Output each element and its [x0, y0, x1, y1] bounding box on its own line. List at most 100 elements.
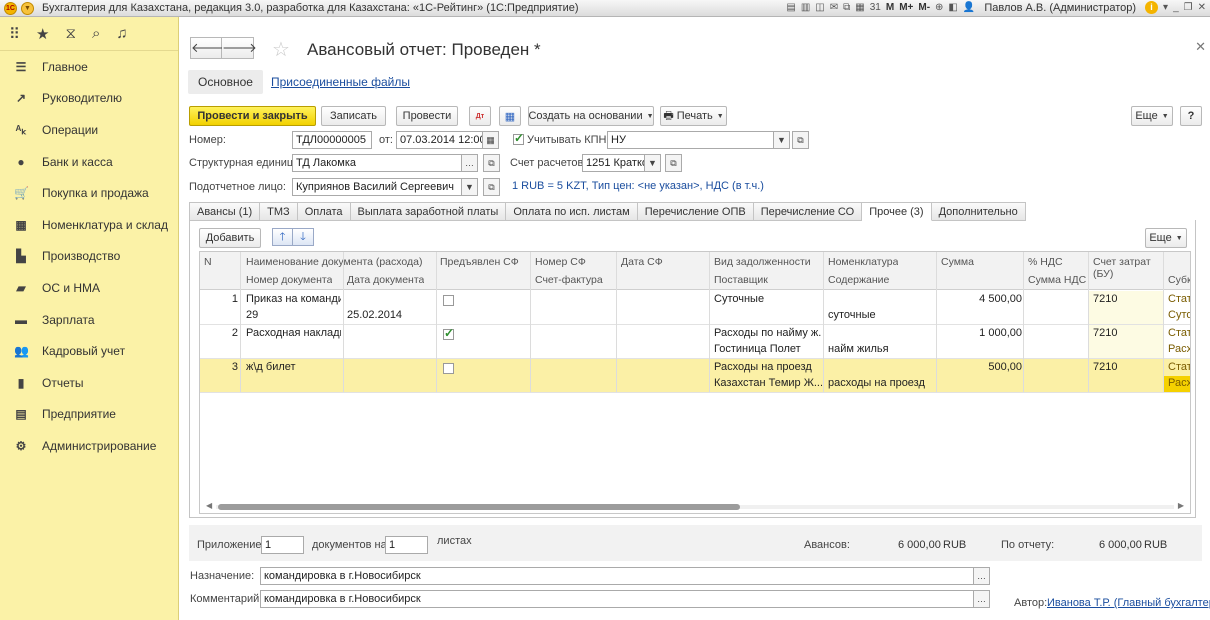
- subconto-2-cell[interactable]: Расхо: [1168, 343, 1190, 355]
- subconto-1-cell[interactable]: Стать: [1168, 327, 1190, 339]
- favorite-star-icon[interactable]: ☆: [272, 37, 290, 62]
- print-button[interactable]: 🖶 Печать ▼: [660, 106, 727, 126]
- kpn-checkbox[interactable]: [513, 131, 524, 145]
- subconto-1-cell[interactable]: Стать: [1168, 293, 1190, 305]
- row-number[interactable]: 2: [204, 327, 238, 339]
- sidebar-item[interactable]: ☰ Главное: [0, 51, 178, 83]
- chevron-down-icon[interactable]: ▾: [1163, 2, 1168, 13]
- calendar-icon[interactable]: 31: [870, 2, 881, 13]
- doc-name-cell[interactable]: Приказ на командировку: [246, 293, 341, 305]
- supplier-cell[interactable]: Казахстан Темир Ж...: [714, 377, 822, 389]
- history-icon[interactable]: ⧖: [65, 25, 76, 42]
- horizontal-scrollbar[interactable]: ◀ ▶: [206, 501, 1184, 511]
- subconto-2-cell[interactable]: Суточ: [1168, 309, 1190, 321]
- cost-account-cell[interactable]: 7210: [1093, 293, 1161, 305]
- save-icon[interactable]: ▤: [786, 2, 795, 13]
- sum-cell[interactable]: 1 000,00: [940, 327, 1022, 339]
- open-icon[interactable]: ⧉: [792, 131, 809, 149]
- close-icon[interactable]: ✕: [1198, 2, 1206, 13]
- search-icon[interactable]: ⌕: [92, 25, 100, 42]
- col-vat-pct[interactable]: % НДС: [1028, 256, 1063, 268]
- col-sf-invoice[interactable]: Счет-фактура: [535, 274, 603, 286]
- col-doc-number[interactable]: Номер документа: [246, 274, 332, 286]
- table-row[interactable]: 2 Расходная накладная Расходы по найму ж..…: [200, 325, 1190, 359]
- sidebar-item[interactable]: ▤ Предприятие: [0, 399, 178, 431]
- sf-presented-checkbox[interactable]: [443, 363, 454, 374]
- cost-account-cell[interactable]: 7210: [1093, 361, 1161, 373]
- col-vat-sum[interactable]: Сумма НДС: [1028, 274, 1086, 286]
- number-field[interactable]: ТДЛ00000005: [292, 131, 372, 149]
- content-cell[interactable]: расходы на проезд: [828, 377, 934, 389]
- tab[interactable]: Выплата заработной платы: [350, 202, 507, 221]
- mail-icon[interactable]: ✉: [830, 2, 838, 13]
- structure-icon[interactable]: ▦: [499, 106, 521, 126]
- scroll-left-icon[interactable]: ◀: [206, 501, 212, 510]
- col-supplier[interactable]: Поставщик: [714, 274, 768, 286]
- panel-icon[interactable]: ◧: [948, 2, 957, 13]
- tab[interactable]: Оплата по исп. листам: [506, 202, 638, 221]
- debt-type-cell[interactable]: Суточные: [714, 293, 822, 305]
- purpose-field[interactable]: командировка в г.Новосибирск: [260, 567, 974, 585]
- doc-name-cell[interactable]: ж\д билет: [246, 361, 341, 373]
- kpn-select[interactable]: НУ: [607, 131, 774, 149]
- preview-icon[interactable]: ◫: [815, 2, 824, 13]
- col-doc-date[interactable]: Дата документа: [347, 274, 424, 286]
- scroll-right-icon[interactable]: ▶: [1178, 501, 1184, 510]
- sidebar-item[interactable]: ● Банк и касса: [0, 146, 178, 178]
- content-cell[interactable]: найм жилья: [828, 343, 934, 355]
- choose-icon[interactable]: …: [973, 567, 990, 585]
- chevron-down-icon[interactable]: ▼: [644, 154, 661, 172]
- subconto-1-cell[interactable]: Стать: [1168, 361, 1190, 373]
- docs-on-field[interactable]: 1: [385, 536, 428, 554]
- memory-plus-button[interactable]: M+: [899, 2, 913, 13]
- sidebar-item[interactable]: 🛒 Покупка и продажа: [0, 177, 178, 209]
- sidebar-item[interactable]: ▰ ОС и НМА: [0, 272, 178, 304]
- post-button[interactable]: Провести: [396, 106, 458, 126]
- tab[interactable]: Перечисление ОПВ: [637, 202, 754, 221]
- create-based-on-button[interactable]: Создать на основании ▼: [528, 106, 654, 126]
- minimize-icon[interactable]: _: [1173, 2, 1179, 13]
- tab-main[interactable]: Основное: [188, 70, 263, 94]
- person-field[interactable]: Куприянов Василий Сергеевич: [292, 178, 462, 196]
- memory-button[interactable]: M: [886, 2, 894, 13]
- sidebar-item[interactable]: ▙ Производство: [0, 241, 178, 273]
- tab[interactable]: ТМЗ: [260, 202, 298, 221]
- currency-link[interactable]: 1 RUB = 5 KZT, Тип цен: <не указан>, НДС…: [512, 180, 764, 192]
- col-debt-type[interactable]: Вид задолженности: [714, 256, 811, 268]
- print-icon[interactable]: ▥: [801, 2, 810, 13]
- account-field[interactable]: 1251 Краткос: [582, 154, 645, 172]
- tab-attached-files[interactable]: Присоединенные файлы: [271, 75, 410, 89]
- table-row[interactable]: 3 ж\д билет Расходы на проезд Казахстан Тем…: [200, 359, 1190, 393]
- sidebar-item[interactable]: ▦ Номенклатура и склад: [0, 209, 178, 241]
- subconto-2-cell[interactable]: Расхо: [1168, 377, 1190, 389]
- col-sum[interactable]: Сумма: [941, 256, 974, 268]
- sum-cell[interactable]: 4 500,00: [940, 293, 1022, 305]
- tab[interactable]: Дополнительно: [931, 202, 1026, 221]
- choose-icon[interactable]: …: [461, 154, 478, 172]
- unit-field[interactable]: ТД Лакомка: [292, 154, 462, 172]
- chevron-down-icon[interactable]: ▼: [773, 131, 790, 149]
- sidebar-item[interactable]: ᴬₖ Операции: [0, 114, 178, 146]
- col-subconto[interactable]: Субко: [1168, 274, 1190, 286]
- col-n[interactable]: N: [204, 256, 212, 268]
- forward-button[interactable]: 🡒: [222, 37, 257, 59]
- chevron-down-icon[interactable]: ▼: [461, 178, 478, 196]
- doc-number-cell[interactable]: 29: [246, 309, 341, 321]
- zoom-icon[interactable]: ⊕: [935, 2, 943, 13]
- back-button[interactable]: 🡐: [190, 37, 226, 59]
- choose-icon[interactable]: …: [973, 590, 990, 608]
- debt-type-cell[interactable]: Расходы на проезд: [714, 361, 822, 373]
- calculator-icon[interactable]: ▦: [855, 2, 864, 13]
- date-field[interactable]: 07.03.2014 12:00:0: [396, 131, 483, 149]
- apps-grid-icon[interactable]: ⠿: [9, 25, 20, 43]
- col-nomenclature[interactable]: Номенклатура: [828, 256, 898, 268]
- cost-account-cell[interactable]: 7210: [1093, 327, 1161, 339]
- tab[interactable]: Перечисление СО: [753, 202, 863, 221]
- row-number[interactable]: 1: [204, 293, 238, 305]
- sidebar-item[interactable]: 👥 Кадровый учет: [0, 335, 178, 367]
- doc-date-cell[interactable]: 25.02.2014: [347, 309, 435, 321]
- col-sf-number[interactable]: Номер СФ: [535, 256, 586, 268]
- calendar-icon[interactable]: ▦: [482, 131, 499, 149]
- sidebar-item[interactable]: ▮ Отчеты: [0, 367, 178, 399]
- post-and-close-button[interactable]: Провести и закрыть: [189, 106, 316, 126]
